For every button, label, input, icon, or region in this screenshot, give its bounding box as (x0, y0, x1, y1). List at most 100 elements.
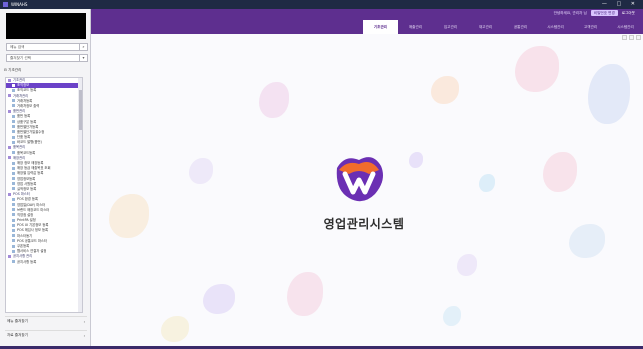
tree-item-label: 웹서비스 연결자 설정 (17, 249, 47, 254)
page-icon (12, 208, 15, 212)
tab-4[interactable]: 공통관리 (503, 20, 538, 34)
chevron-down-icon[interactable]: ▾ (79, 55, 87, 61)
data-favorites-label: 자료 즐겨찾기 (7, 333, 28, 337)
tree-item-label: 쿠폰등록 (17, 244, 30, 248)
tree-item[interactable]: 공지사항 등록 (6, 260, 82, 265)
menu-search-input[interactable]: 메뉴 검색 ⌕ (6, 43, 88, 51)
decorative-shape (109, 194, 149, 238)
brand-logo-icon (336, 157, 383, 202)
page-icon (12, 239, 15, 243)
tree-item-label: 공지사항 관리 (13, 254, 33, 259)
next-icon[interactable] (629, 35, 634, 40)
tab-0[interactable]: 기초관리 (363, 20, 398, 34)
tree-item-label: 매장관리 (13, 155, 26, 160)
tab-2[interactable]: 입고관리 (433, 20, 468, 34)
window-controls[interactable]: — □ ✕ (602, 1, 639, 7)
page-icon (12, 244, 15, 248)
tree-item-label: 바코드 발행(품번) (17, 140, 42, 145)
user-bar: 안녕하세요, 관리자 님 비밀번호 변경 로그아웃 (554, 9, 635, 17)
tree-item-label: 품목관리 (13, 145, 26, 150)
page-icon (12, 120, 15, 123)
tab-6[interactable]: 고객관리 (573, 20, 608, 34)
tab-7[interactable]: 시스템관리 (608, 20, 643, 34)
page-icon (12, 203, 15, 206)
tree-item-label: 매장별 입력값 등록 (17, 171, 44, 176)
decorative-shape (287, 272, 323, 316)
tab-1[interactable]: 매출관리 (398, 20, 433, 34)
window-titlebar: WINAHS — □ ✕ (0, 0, 643, 9)
page-icon (12, 83, 15, 87)
top-navigation: 안녕하세요, 관리자 님 비밀번호 변경 로그아웃 기초관리 매출관리 입고관리 재고… (91, 9, 643, 34)
page-icon (12, 171, 15, 175)
page-icon (12, 260, 15, 264)
tree-item-label: 영업정보등록 (17, 176, 36, 181)
tree-root-label: 기초관리 (8, 68, 22, 72)
page-icon (12, 130, 15, 134)
company-logo (6, 13, 86, 39)
tree-item-label: 기초관리 (13, 78, 26, 82)
tree-scrollbar[interactable] (78, 78, 82, 312)
folder-icon (8, 254, 11, 258)
decorative-shape (479, 174, 495, 192)
content-controls (622, 35, 641, 40)
page-icon (12, 218, 15, 222)
tree-item-label: 매장 등급 매출목표 조회 (17, 166, 51, 171)
tree-nodes: 기초관리 조직정보 조직코드 등록 거래처관리 거래처등록 거래처정보 출력 품번관리 품번 … (6, 78, 82, 265)
tree-item-label: 조직코드 등록 (17, 88, 37, 93)
decorative-shape (161, 316, 189, 342)
tree-item-label: 영업일(DAY) 마스터 (17, 202, 46, 207)
decorative-shape (203, 284, 235, 314)
menu-search-placeholder: 메뉴 검색 (10, 45, 25, 49)
menu-tree[interactable]: 기초관리 조직정보 조직코드 등록 거래처관리 거래처등록 거래처정보 출력 품번관리 품번 … (5, 77, 83, 313)
decorative-shape (569, 224, 605, 258)
close-all-icon[interactable] (636, 35, 641, 40)
favorite-select[interactable]: 즐겨찾기 선택 ▾ (6, 54, 88, 62)
page-icon (12, 166, 15, 170)
search-icon[interactable]: ⌕ (79, 44, 87, 50)
tree-item-label: 품목코드등록 (17, 150, 36, 155)
page-icon (12, 177, 15, 181)
tree-item-label: 품번 등록 (17, 114, 31, 119)
tree-item-label: POS UI 기본정보 등록 (17, 223, 49, 228)
page-icon (12, 104, 15, 108)
tree-item-label: 거래처관리 (13, 93, 29, 98)
decorative-shape (189, 158, 213, 184)
page-icon (12, 223, 15, 227)
tree-item-label: 영업 사원등록 (17, 181, 37, 186)
page-icon (12, 213, 15, 217)
decorative-shape (259, 82, 289, 118)
tab-5[interactable]: 시스템관리 (538, 20, 573, 34)
prev-icon[interactable] (622, 35, 627, 40)
tree-item-label: 브랜드 매장코드 마스터 (17, 207, 50, 212)
sidebar: 메뉴 검색 ⌕ 즐겨찾기 선택 ▾ ⊟ 기초관리 기초관리 조직정보 조직코드 등록… (0, 9, 91, 349)
decorative-shape (543, 152, 577, 192)
page-icon (12, 161, 15, 165)
tree-item-label: 매장 정보 매장등록 (17, 161, 44, 165)
menu-favorites-row[interactable]: 메뉴 즐겨찾기 › (5, 316, 87, 326)
logout-button[interactable]: 로그아웃 (622, 11, 635, 16)
change-password-button[interactable]: 비밀번호 변경 (590, 10, 618, 16)
page-icon (12, 234, 15, 238)
tree-item-label: PrintPA 설정 (17, 218, 36, 223)
tree-item-label: 품번관리 (13, 109, 26, 114)
tree-root[interactable]: ⊟ 기초관리 (4, 68, 21, 73)
main-content: 영업관리시스템 (91, 34, 643, 349)
tree-item-label: POS 마스터 (13, 192, 30, 197)
scrollbar-thumb[interactable] (78, 90, 82, 130)
decorative-shape (588, 64, 630, 124)
tree-item-label: 거래처등록 (17, 98, 33, 103)
module-tabs: 기초관리 매출관리 입고관리 재고관리 공통관리 시스템관리 고객관리 시스템관리 (363, 20, 643, 34)
page-icon (12, 99, 15, 103)
tree-item-label: 상품구분 등록 (17, 119, 37, 124)
tree-item-label: 품번별단가일괄수정 (17, 129, 45, 134)
folder-icon (8, 94, 11, 98)
decorative-shape (443, 306, 461, 326)
chevron-right-icon: › (83, 319, 85, 324)
page-icon (12, 114, 15, 118)
page-icon (12, 182, 15, 186)
page-icon (12, 249, 15, 253)
page-icon (12, 197, 15, 201)
tab-3[interactable]: 재고관리 (468, 20, 503, 34)
data-favorites-row[interactable]: 자료 즐겨찾기 › (5, 330, 87, 340)
tree-item-label: 직영점 설정 (17, 212, 34, 217)
